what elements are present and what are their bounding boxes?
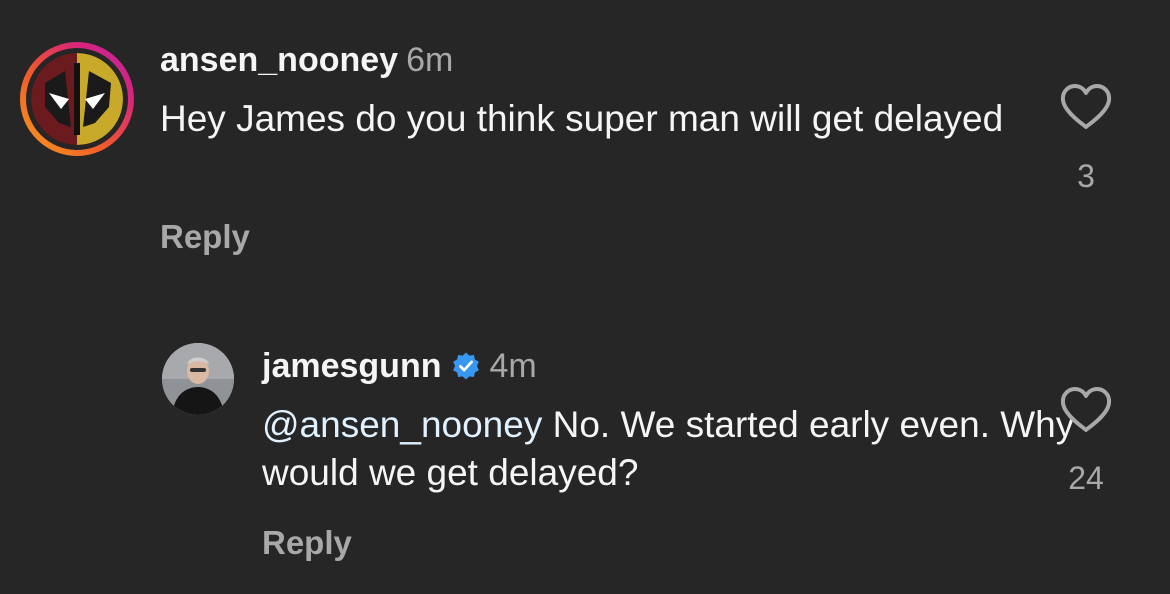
reply-meta: jamesgunn 4m: [262, 346, 537, 386]
reply-text: @ansen_nooney No. We started early even.…: [262, 401, 1142, 497]
reply-button[interactable]: Reply: [262, 523, 352, 563]
reply-button[interactable]: Reply: [160, 217, 250, 257]
deadpool-wolverine-mask-image: [31, 53, 123, 145]
heart-outline-icon[interactable]: [1060, 387, 1112, 433]
mention-link[interactable]: @ansen_nooney: [262, 404, 542, 445]
profile-photo-image: [162, 343, 234, 415]
like-count: 3: [1077, 158, 1095, 194]
comments-thread: ansen_nooney 6m Hey James do you think su…: [0, 0, 1170, 594]
replier-avatar[interactable]: [162, 343, 234, 415]
like-count: 24: [1068, 460, 1104, 496]
comment-meta: ansen_nooney 6m: [160, 40, 453, 80]
verified-badge-icon: [453, 352, 480, 380]
heart-outline-icon[interactable]: [1060, 84, 1112, 130]
comment-text: Hey James do you think super man will ge…: [160, 98, 1004, 139]
comment-time: 6m: [406, 41, 454, 79]
commenter-avatar[interactable]: [20, 42, 134, 156]
username[interactable]: jamesgunn: [262, 347, 441, 385]
username[interactable]: ansen_nooney: [160, 41, 398, 79]
reply-time: 4m: [489, 347, 537, 385]
